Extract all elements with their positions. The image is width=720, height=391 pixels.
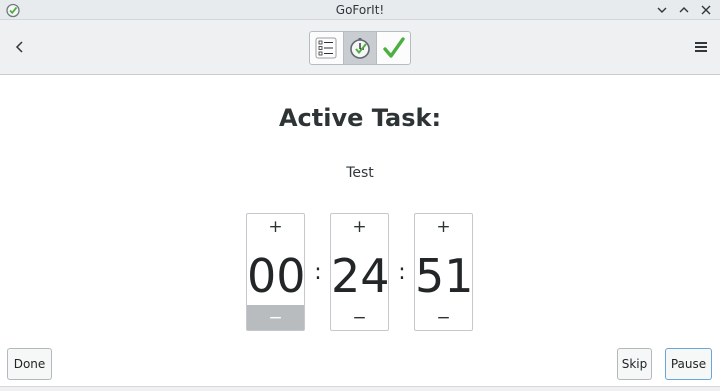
task-name: Test	[346, 165, 374, 181]
maximize-icon[interactable]	[675, 1, 693, 19]
minutes-spinner: + 24 −	[330, 213, 390, 331]
seconds-spinner: + 51 −	[414, 213, 474, 331]
chevron-left-icon	[15, 41, 23, 53]
minimize-icon[interactable]	[653, 1, 671, 19]
close-icon[interactable]	[697, 1, 715, 19]
window-titlebar: GoForIt!	[0, 0, 720, 20]
header-bar	[0, 20, 720, 75]
clock-icon	[350, 38, 370, 59]
minutes-increment-button[interactable]: +	[331, 216, 388, 238]
tab-done[interactable]	[377, 32, 410, 64]
seconds-decrement-button[interactable]: −	[415, 305, 472, 330]
tab-timer[interactable]	[343, 32, 378, 64]
timer-separator: :	[398, 260, 406, 285]
hamburger-menu-icon	[695, 42, 707, 52]
minutes-value: 24	[331, 249, 390, 303]
checkmark-icon	[382, 37, 405, 58]
skip-button[interactable]: Skip	[617, 348, 652, 380]
seconds-increment-button[interactable]: +	[415, 216, 472, 238]
seconds-value: 51	[415, 249, 474, 303]
hours-value: 00	[247, 249, 306, 303]
minutes-decrement-button[interactable]: −	[331, 305, 388, 330]
done-button[interactable]: Done	[7, 348, 52, 380]
timer-separator: :	[314, 260, 322, 285]
menu-button[interactable]	[692, 38, 710, 56]
back-button[interactable]	[10, 37, 30, 57]
active-task-heading: Active Task:	[278, 104, 442, 132]
hours-decrement-button[interactable]: −	[247, 305, 304, 330]
window-title: GoForIt!	[335, 3, 385, 17]
hours-increment-button[interactable]: +	[247, 216, 304, 238]
list-icon	[315, 37, 337, 59]
view-switcher	[309, 31, 411, 65]
pause-button[interactable]: Pause	[665, 348, 712, 380]
tab-task-list[interactable]	[310, 32, 344, 64]
hours-spinner: + 00 −	[246, 213, 306, 331]
window-bottom-border	[0, 386, 720, 391]
